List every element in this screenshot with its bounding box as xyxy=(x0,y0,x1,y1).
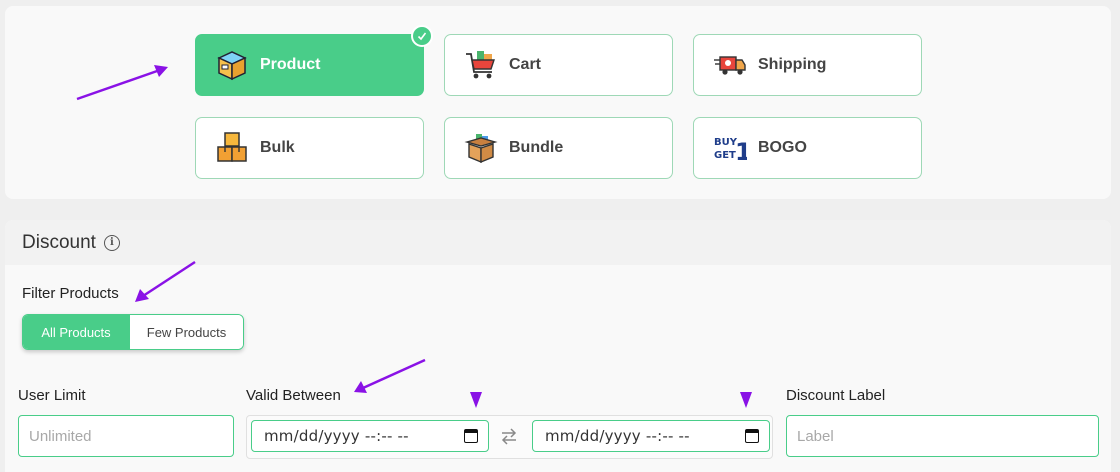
selected-check-icon xyxy=(411,25,433,47)
filter-all-products-button[interactable]: All Products xyxy=(23,315,129,349)
discount-title: Discount xyxy=(22,231,96,253)
valid-between-range: mm/dd/yyyy --:-- -- mm/dd/yyyy --:-- -- xyxy=(246,415,773,459)
product-box-icon xyxy=(214,47,250,83)
open-box-icon xyxy=(463,130,499,166)
valid-from-datetime-input[interactable]: mm/dd/yyyy --:-- -- xyxy=(251,420,489,452)
valid-to-datetime-input[interactable]: mm/dd/yyyy --:-- -- xyxy=(532,420,770,452)
valid-between-label: Valid Between xyxy=(246,387,341,404)
discount-header: Discount i xyxy=(5,220,1111,265)
rule-type-label: Bundle xyxy=(509,139,564,156)
rule-type-label: Shipping xyxy=(758,56,827,73)
filter-few-products-button[interactable]: Few Products xyxy=(129,315,243,349)
valid-from-value: mm/dd/yyyy --:-- -- xyxy=(264,427,409,445)
rule-type-label: Product xyxy=(260,56,321,73)
rule-type-label: Bulk xyxy=(260,139,295,156)
bogo-icon-one-text: 1 xyxy=(735,138,747,165)
rule-type-bundle-button[interactable]: Bundle xyxy=(444,117,673,179)
filter-products-label: Filter Products xyxy=(22,285,119,302)
rule-type-label: BOGO xyxy=(758,139,807,156)
rule-type-product-button[interactable]: Product xyxy=(195,25,433,96)
rule-type-label: Cart xyxy=(509,56,542,73)
info-icon[interactable]: i xyxy=(103,234,120,251)
user-limit-input[interactable] xyxy=(18,415,234,457)
bogo-icon-get-text: GET xyxy=(714,150,736,161)
discount-card: Discount i Filter Products All Products … xyxy=(5,220,1111,472)
valid-to-value: mm/dd/yyyy --:-- -- xyxy=(545,427,690,445)
rule-type-bulk-button[interactable]: Bulk xyxy=(195,117,424,179)
shopping-cart-icon xyxy=(463,47,499,83)
buy-get-one-icon: BUY GET 1 xyxy=(712,130,748,166)
calendar-icon[interactable] xyxy=(745,429,759,443)
user-limit-label: User Limit xyxy=(18,387,86,404)
stacked-boxes-icon xyxy=(214,130,250,166)
swap-arrows-icon xyxy=(499,426,519,451)
rule-type-card: Product Cart Shipping Bulk Bundle BUY GE… xyxy=(5,6,1111,199)
discount-label-input[interactable] xyxy=(786,415,1099,457)
rule-type-cart-button[interactable]: Cart xyxy=(444,34,673,96)
rule-type-bogo-button[interactable]: BUY GET 1 BOGO xyxy=(693,117,922,179)
discount-label-label: Discount Label xyxy=(786,387,886,404)
rule-type-shipping-button[interactable]: Shipping xyxy=(693,34,922,96)
delivery-truck-icon xyxy=(712,47,748,83)
calendar-icon[interactable] xyxy=(464,429,478,443)
filter-products-toggle: All Products Few Products xyxy=(22,314,244,350)
